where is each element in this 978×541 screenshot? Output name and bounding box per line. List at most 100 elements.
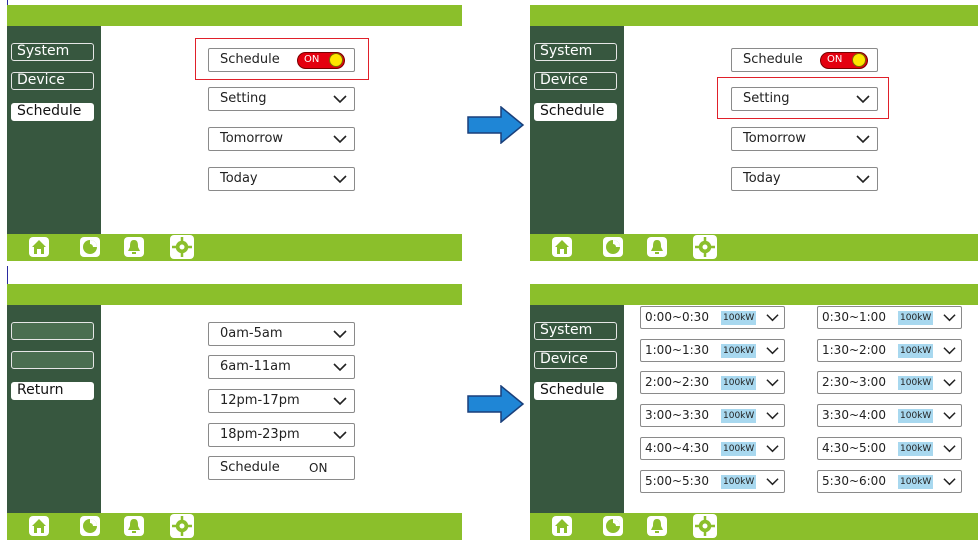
settings-button[interactable]	[693, 235, 717, 259]
bell-icon	[651, 519, 663, 533]
today-label: Today	[743, 171, 781, 186]
timeslot-label: 5:30~6:00	[822, 474, 886, 488]
timeslot-dropdown[interactable]: 2:00~2:30 100kW	[640, 371, 785, 394]
sidebar-item-system[interactable]: System	[11, 43, 94, 61]
schedule-toggle-row[interactable]: Schedule ON	[731, 48, 878, 72]
chevron-down-icon	[766, 379, 779, 387]
bottom-bar	[7, 513, 462, 540]
sidebar-item-device[interactable]: Device	[534, 351, 617, 369]
setting-label: Setting	[220, 91, 267, 106]
settings-button[interactable]	[693, 514, 717, 538]
chevron-down-icon	[333, 330, 347, 339]
chevron-down-icon	[943, 478, 956, 486]
home-icon	[32, 240, 46, 254]
timeslot-dropdown[interactable]: 3:30~4:00 100kW	[817, 404, 962, 427]
sidebar: System Device Schedule	[530, 26, 624, 234]
home-button[interactable]	[552, 516, 572, 536]
power-value: 100kW	[898, 376, 934, 390]
chevron-down-icon	[766, 445, 779, 453]
tomorrow-dropdown[interactable]: Tomorrow	[208, 127, 355, 151]
sidebar: System Device Schedule	[7, 26, 101, 234]
sidebar-item-schedule[interactable]: Schedule	[11, 103, 94, 121]
sidebar-item-device[interactable]: Device	[11, 72, 94, 90]
today-dropdown[interactable]: Today	[208, 167, 355, 191]
bottom-bar	[530, 234, 978, 261]
chevron-down-icon	[943, 314, 956, 322]
arrow-right-icon	[467, 106, 525, 144]
timeslot-dropdown[interactable]: 1:30~2:00 100kW	[817, 339, 962, 362]
settings-button[interactable]	[170, 235, 194, 259]
timeslot-dropdown[interactable]: 5:30~6:00 100kW	[817, 470, 962, 493]
chevron-down-icon	[333, 175, 347, 184]
chevron-down-icon	[943, 379, 956, 387]
chart-button[interactable]	[603, 237, 623, 257]
home-icon	[32, 519, 46, 533]
alarm-button[interactable]	[647, 237, 667, 257]
power-value: 100kW	[721, 376, 757, 390]
sidebar: Return	[7, 305, 101, 513]
sidebar-item-device[interactable]: Device	[534, 72, 617, 90]
timeslot-dropdown[interactable]: 4:00~4:30 100kW	[640, 437, 785, 460]
period-label: 0am-5am	[220, 326, 283, 341]
gear-icon	[695, 237, 715, 257]
schedule-label: Schedule	[743, 52, 803, 67]
power-value: 100kW	[721, 344, 757, 358]
sidebar-item-schedule[interactable]: Schedule	[534, 382, 617, 400]
chart-icon	[606, 519, 620, 533]
sidebar-item-system[interactable]: System	[534, 322, 617, 340]
timeslot-dropdown[interactable]: 0:30~1:00 100kW	[817, 306, 962, 329]
home-button[interactable]	[29, 516, 49, 536]
bell-icon	[128, 519, 140, 533]
timeslot-dropdown[interactable]: 5:00~5:30 100kW	[640, 470, 785, 493]
top-bar	[530, 5, 978, 26]
schedule-screen-setting-selected: System Device Schedule Schedule ON Setti…	[530, 5, 978, 261]
power-value: 100kW	[898, 311, 934, 325]
period-dropdown[interactable]: 18pm-23pm	[208, 423, 355, 447]
timeslot-dropdown[interactable]: 0:00~0:30 100kW	[640, 306, 785, 329]
bell-icon	[651, 240, 663, 254]
period-dropdown[interactable]: 12pm-17pm	[208, 389, 355, 413]
power-value: 100kW	[898, 344, 934, 358]
sidebar-item-schedule[interactable]: Schedule	[534, 103, 617, 121]
power-value: 100kW	[721, 409, 757, 423]
schedule-status-row[interactable]: Schedule ON	[208, 456, 355, 480]
period-dropdown[interactable]: 6am-11am	[208, 355, 355, 379]
timeslot-dropdown[interactable]: 3:00~3:30 100kW	[640, 404, 785, 427]
schedule-status-value: ON	[309, 461, 328, 475]
alarm-button[interactable]	[124, 516, 144, 536]
tomorrow-dropdown[interactable]: Tomorrow	[731, 127, 878, 151]
chart-button[interactable]	[80, 237, 100, 257]
setting-dropdown[interactable]: Setting	[208, 87, 355, 111]
power-value: 100kW	[721, 475, 757, 489]
chart-button[interactable]	[80, 516, 100, 536]
highlight-box	[717, 77, 889, 119]
timeslot-power-screen: System Device Schedule 0:00~0:30 100kW 0:3…	[530, 284, 978, 540]
timeslot-label: 1:00~1:30	[645, 343, 709, 357]
sidebar-blank-button[interactable]	[11, 322, 94, 340]
timeslot-dropdown[interactable]: 2:30~3:00 100kW	[817, 371, 962, 394]
chevron-down-icon	[943, 347, 956, 355]
chevron-down-icon	[333, 95, 347, 104]
settings-button[interactable]	[170, 514, 194, 538]
power-value: 100kW	[898, 475, 934, 489]
toggle-knob	[852, 53, 866, 67]
schedule-toggle[interactable]: ON	[820, 52, 868, 69]
home-button[interactable]	[552, 237, 572, 257]
today-dropdown[interactable]: Today	[731, 167, 878, 191]
timeslot-dropdown[interactable]: 4:30~5:00 100kW	[817, 437, 962, 460]
chart-button[interactable]	[603, 516, 623, 536]
gear-icon	[172, 516, 192, 536]
bottom-bar	[530, 513, 978, 540]
sidebar-item-system[interactable]: System	[534, 43, 617, 61]
period-dropdown[interactable]: 0am-5am	[208, 322, 355, 346]
period-selection-screen: Return 0am-5am 6am-11am 12pm-17pm 18pm-2…	[7, 284, 462, 540]
timeslot-label: 2:30~3:00	[822, 375, 886, 389]
home-button[interactable]	[29, 237, 49, 257]
timeslot-dropdown[interactable]: 1:00~1:30 100kW	[640, 339, 785, 362]
return-button[interactable]: Return	[11, 382, 94, 400]
gear-icon	[695, 516, 715, 536]
sidebar-blank-button[interactable]	[11, 351, 94, 369]
alarm-button[interactable]	[647, 516, 667, 536]
alarm-button[interactable]	[124, 237, 144, 257]
tomorrow-label: Tomorrow	[743, 131, 807, 146]
